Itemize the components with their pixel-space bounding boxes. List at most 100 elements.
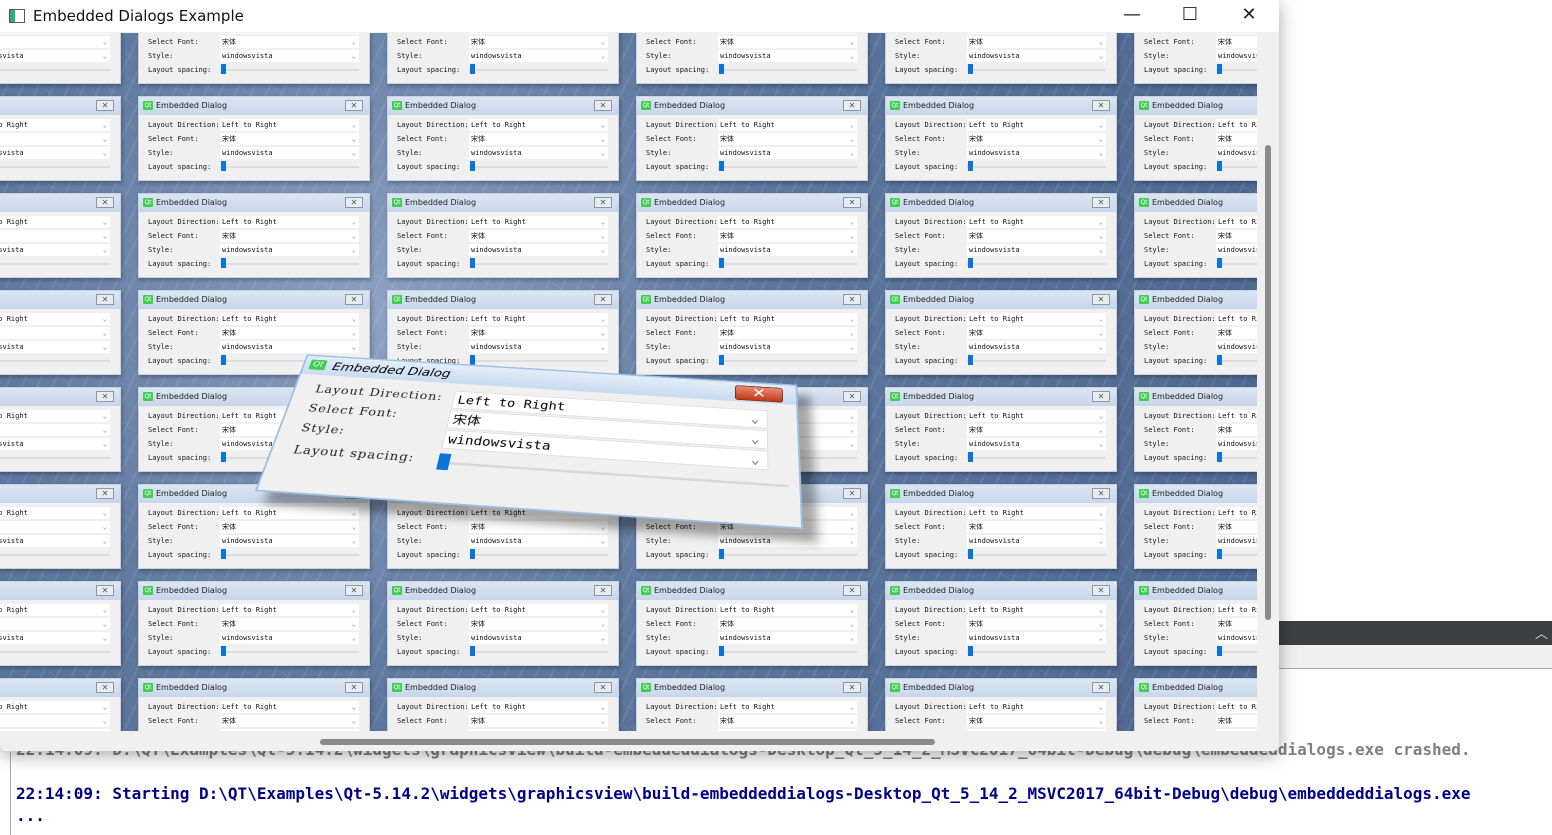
- layout-spacing-slider[interactable]: [469, 554, 608, 556]
- layout-spacing-slider[interactable]: [220, 263, 359, 265]
- dialog-close-button[interactable]: ✕: [843, 488, 861, 499]
- dialog-close-button[interactable]: ✕: [843, 585, 861, 596]
- style-combo[interactable]: windowsvista⌄: [967, 50, 1106, 62]
- select-font-combo[interactable]: 宋体⌄: [718, 230, 857, 242]
- layout-direction-combo[interactable]: Left to Right⌄: [469, 216, 608, 228]
- layout-direction-combo[interactable]: Left to Right⌄: [718, 313, 857, 325]
- layout-spacing-slider[interactable]: [220, 651, 359, 653]
- layout-direction-combo[interactable]: Left to Right⌄: [0, 313, 110, 325]
- layout-spacing-slider[interactable]: [0, 69, 110, 71]
- select-font-combo[interactable]: 宋体⌄: [0, 36, 110, 48]
- layout-spacing-slider[interactable]: [718, 360, 857, 362]
- dialog-close-button[interactable]: ✕: [96, 197, 114, 208]
- slider-handle[interactable]: [719, 161, 724, 171]
- layout-spacing-slider[interactable]: [1216, 651, 1257, 653]
- style-combo[interactable]: windowsvista⌄: [718, 147, 857, 159]
- dialog-title-bar[interactable]: Qt Embedded Dialog ✕: [886, 485, 1116, 503]
- layout-spacing-slider[interactable]: [0, 457, 110, 459]
- layout-spacing-slider[interactable]: [0, 651, 110, 653]
- slider-handle[interactable]: [1217, 452, 1222, 462]
- dialog-title-bar[interactable]: Qt Embedded Dialog ✕: [886, 97, 1116, 115]
- style-combo[interactable]: windowsvista⌄: [220, 535, 359, 547]
- dialog-title-bar[interactable]: Qt Embedded Dialog ✕: [0, 388, 120, 406]
- style-combo[interactable]: windowsvista⌄: [469, 535, 608, 547]
- layout-direction-combo[interactable]: Left to Right⌄: [0, 410, 110, 422]
- layout-direction-combo[interactable]: Left to Right⌄: [718, 216, 857, 228]
- maximize-button[interactable]: ☐: [1161, 0, 1219, 32]
- style-combo[interactable]: windowsvista⌄: [1216, 535, 1257, 547]
- slider-handle[interactable]: [1217, 549, 1222, 559]
- select-font-combo[interactable]: 宋体⌄: [220, 133, 359, 145]
- layout-spacing-slider[interactable]: [469, 651, 608, 653]
- dialog-close-button[interactable]: ✕: [1092, 682, 1110, 693]
- dialog-close-button[interactable]: ✕: [843, 100, 861, 111]
- dialog-close-button[interactable]: ✕: [843, 682, 861, 693]
- layout-direction-combo[interactable]: Left to Right⌄: [718, 119, 857, 131]
- layout-spacing-slider[interactable]: [469, 360, 608, 362]
- style-combo[interactable]: windowsvista⌄: [1216, 632, 1257, 644]
- style-combo[interactable]: windowsvista⌄: [469, 729, 608, 731]
- select-font-combo[interactable]: 宋体⌄: [469, 36, 608, 48]
- layout-direction-combo[interactable]: Left to Right⌄: [1216, 604, 1257, 616]
- layout-direction-combo[interactable]: Left to Right⌄: [220, 507, 359, 519]
- layout-direction-combo[interactable]: Left to Right⌄: [967, 33, 1106, 34]
- select-font-combo[interactable]: 宋体⌄: [220, 230, 359, 242]
- select-font-combo[interactable]: 宋体⌄: [469, 133, 608, 145]
- layout-direction-combo[interactable]: Left to Right⌄: [1216, 119, 1257, 131]
- dialog-title-bar[interactable]: Qt Embedded Dialog ✕: [139, 194, 369, 212]
- dialog-close-button[interactable]: ✕: [1092, 488, 1110, 499]
- layout-direction-combo[interactable]: Left to Right⌄: [967, 216, 1106, 228]
- style-combo[interactable]: windowsvista⌄: [967, 632, 1106, 644]
- slider-handle[interactable]: [719, 64, 724, 74]
- dialog-title-bar[interactable]: Qt Embedded Dialog ✕: [886, 291, 1116, 309]
- slider-handle[interactable]: [470, 549, 475, 559]
- slider-handle[interactable]: [221, 355, 226, 365]
- layout-direction-combo[interactable]: Left to Right⌄: [1216, 313, 1257, 325]
- dialog-title-bar[interactable]: Qt Embedded Dialog ✕: [1135, 194, 1257, 212]
- select-font-combo[interactable]: 宋体⌄: [0, 327, 110, 339]
- style-combo[interactable]: windowsvista⌄: [469, 632, 608, 644]
- dialog-title-bar[interactable]: Qt Embedded Dialog ✕: [0, 485, 120, 503]
- dialog-title-bar[interactable]: Qt Embedded Dialog ✕: [388, 582, 618, 600]
- dialog-close-button[interactable]: ✕: [345, 682, 363, 693]
- style-combo[interactable]: windowsvista⌄: [1216, 341, 1257, 353]
- slider-handle[interactable]: [1217, 64, 1222, 74]
- slider-handle[interactable]: [719, 355, 724, 365]
- dialog-close-button[interactable]: ✕: [594, 294, 612, 305]
- layout-spacing-slider[interactable]: [1216, 457, 1257, 459]
- dialog-close-button[interactable]: ✕: [96, 294, 114, 305]
- layout-spacing-slider[interactable]: [469, 166, 608, 168]
- dialog-close-button[interactable]: ✕: [96, 488, 114, 499]
- select-font-combo[interactable]: 宋体⌄: [967, 715, 1106, 727]
- dialog-title-bar[interactable]: Qt Embedded Dialog ✕: [637, 194, 867, 212]
- style-combo[interactable]: windowsvista⌄: [0, 244, 110, 256]
- layout-spacing-slider[interactable]: [1216, 166, 1257, 168]
- select-font-combo[interactable]: 宋体⌄: [469, 521, 608, 533]
- style-combo[interactable]: windowsvista⌄: [220, 632, 359, 644]
- layout-spacing-slider[interactable]: [718, 651, 857, 653]
- layout-spacing-slider[interactable]: [967, 554, 1106, 556]
- select-font-combo[interactable]: 宋体⌄: [718, 327, 857, 339]
- layout-direction-combo[interactable]: Left to Right⌄: [967, 507, 1106, 519]
- style-combo[interactable]: windowsvista⌄: [1216, 147, 1257, 159]
- style-combo[interactable]: windowsvista⌄: [718, 729, 857, 731]
- select-font-combo[interactable]: 宋体⌄: [1216, 327, 1257, 339]
- layout-spacing-slider[interactable]: [0, 166, 110, 168]
- style-combo[interactable]: windowsvista⌄: [0, 535, 110, 547]
- layout-spacing-slider[interactable]: [0, 360, 110, 362]
- style-combo[interactable]: windowsvista⌄: [967, 244, 1106, 256]
- layout-direction-combo[interactable]: Left to Right⌄: [967, 119, 1106, 131]
- style-combo[interactable]: windowsvista⌄: [967, 147, 1106, 159]
- layout-spacing-slider[interactable]: [718, 166, 857, 168]
- style-combo[interactable]: windowsvista⌄: [0, 438, 110, 450]
- layout-direction-combo[interactable]: Left to Right⌄: [469, 119, 608, 131]
- layout-spacing-slider[interactable]: [1216, 360, 1257, 362]
- dialog-title-bar[interactable]: Qt Embedded Dialog ✕: [1135, 485, 1257, 503]
- slider-handle[interactable]: [221, 64, 226, 74]
- dialog-close-button[interactable]: ✕: [345, 585, 363, 596]
- layout-spacing-slider[interactable]: [1216, 263, 1257, 265]
- dialog-title-bar[interactable]: Qt Embedded Dialog ✕: [886, 388, 1116, 406]
- style-combo[interactable]: windowsvista⌄: [718, 632, 857, 644]
- layout-direction-combo[interactable]: Left to Right⌄: [718, 33, 857, 34]
- dialog-close-button[interactable]: ✕: [843, 391, 861, 402]
